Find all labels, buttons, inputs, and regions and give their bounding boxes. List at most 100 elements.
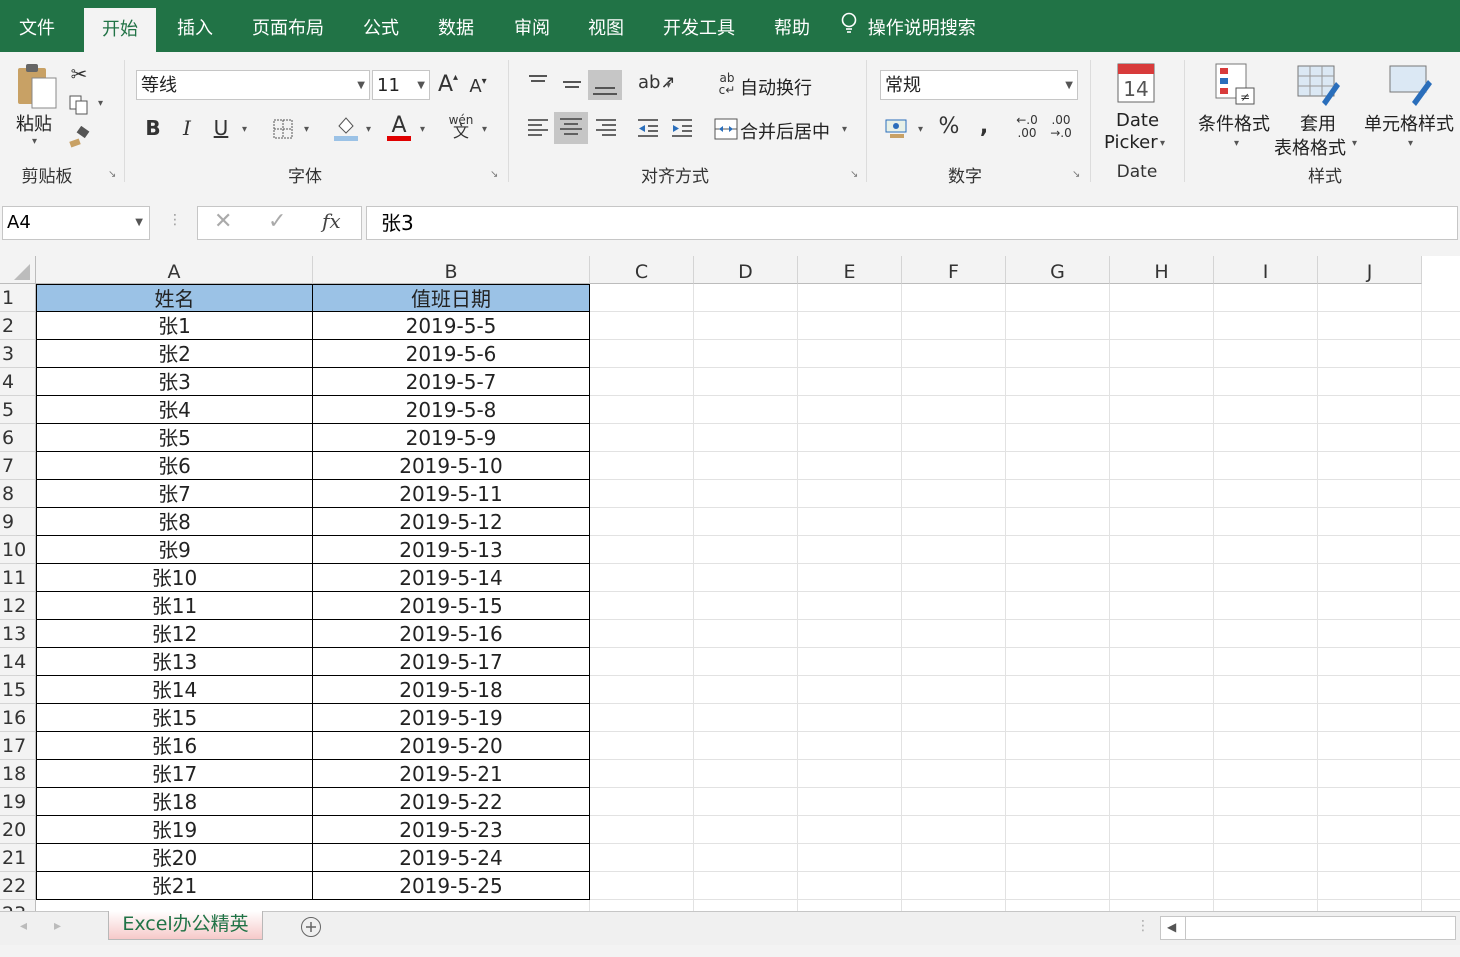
underline-dropdown-caret-icon[interactable]: ▾ [242,124,247,135]
tab-help[interactable]: 帮助 [762,10,822,52]
paste-dropdown-caret-icon[interactable]: ▾ [32,136,37,147]
date-picker-dropdown-caret-icon[interactable]: ▾ [1160,138,1165,149]
paste-icon[interactable] [14,60,60,112]
formula-input[interactable]: 张3 [366,206,1458,240]
italic-icon[interactable]: I [176,116,198,140]
cell-date[interactable]: 2019-5-20 [313,732,590,760]
cell-name[interactable]: 张7 [36,480,313,508]
row-header[interactable]: 18 [0,760,36,788]
cell-name[interactable]: 张15 [36,704,313,732]
cell-date[interactable]: 2019-5-25 [313,872,590,900]
orientation-dropdown-caret-icon[interactable]: ▾ [666,80,671,91]
font-dialog-launcher-icon[interactable]: ↘ [490,170,500,180]
phonetic-guide-icon[interactable]: wén 文 [448,114,474,142]
row-header[interactable]: 14 [0,648,36,676]
cell-date[interactable]: 2019-5-12 [313,508,590,536]
top-align-icon[interactable] [526,72,550,96]
row-header[interactable]: 15 [0,676,36,704]
column-header-i[interactable]: I [1214,256,1318,284]
tab-data[interactable]: 数据 [426,10,486,52]
header-name[interactable]: 姓名 [36,284,313,312]
cell-name[interactable]: 张1 [36,312,313,340]
row-header[interactable]: 8 [0,480,36,508]
wrap-text-icon[interactable]: ab c↵ [716,72,738,96]
row-header[interactable]: 16 [0,704,36,732]
cell-date[interactable]: 2019-5-8 [313,396,590,424]
fill-color-dropdown-caret-icon[interactable]: ▾ [366,124,371,135]
percent-style-icon[interactable]: % [936,114,962,139]
row-header[interactable]: 22 [0,872,36,900]
cell-name[interactable]: 张20 [36,844,313,872]
decrease-indent-icon[interactable] [636,116,660,140]
row-header[interactable]: 2 [0,312,36,340]
horizontal-scrollbar[interactable]: ◀ [1160,916,1456,940]
row-header[interactable]: 9 [0,508,36,536]
align-right-icon[interactable] [594,116,618,140]
column-header-b[interactable]: B [313,256,590,284]
scroll-tabs-right-icon[interactable]: ▸ [54,918,61,934]
increase-font-size-icon[interactable]: A▴ [436,72,460,97]
cell-date[interactable]: 2019-5-5 [313,312,590,340]
format-painter-icon[interactable] [68,125,92,150]
bottom-align-icon[interactable] [588,70,622,100]
scroll-left-icon[interactable]: ◀ [1167,920,1176,934]
column-header-e[interactable]: E [798,256,902,284]
middle-align-icon[interactable] [560,72,584,96]
tab-splitter-icon[interactable]: ⋮ [1136,918,1150,934]
orientation-icon[interactable]: ab↗ [638,72,676,96]
new-sheet-icon[interactable] [300,916,322,938]
increase-decimal-icon[interactable]: ←.0.00 [1012,114,1042,140]
column-header-c[interactable]: C [590,256,694,284]
row-header[interactable]: 10 [0,536,36,564]
scroll-tabs-left-icon[interactable]: ◂ [20,918,27,934]
cell-date[interactable]: 2019-5-18 [313,676,590,704]
copy-icon[interactable] [68,94,90,116]
font-size-combo[interactable]: 11 ▼ [372,70,430,100]
cell-styles-icon[interactable] [1388,60,1434,108]
cell-date[interactable]: 2019-5-17 [313,648,590,676]
copy-dropdown-caret-icon[interactable]: ▾ [98,98,103,109]
cell-date[interactable]: 2019-5-24 [313,844,590,872]
row-header[interactable]: 6 [0,424,36,452]
cell-name[interactable]: 张21 [36,872,313,900]
cell-date[interactable]: 2019-5-22 [313,788,590,816]
formula-bar-splitter-icon[interactable]: ⋮ [168,212,182,228]
tab-insert[interactable]: 插入 [164,10,226,52]
bold-icon[interactable]: B [142,116,164,140]
cell-name[interactable]: 张13 [36,648,313,676]
cell-date[interactable]: 2019-5-23 [313,816,590,844]
borders-dropdown-caret-icon[interactable]: ▾ [304,124,309,135]
paste-label[interactable]: 粘贴 [16,110,52,136]
font-color-icon[interactable]: A [386,112,412,142]
row-header[interactable]: 1 [0,284,36,312]
tab-view[interactable]: 视图 [576,10,636,52]
row-header[interactable]: 21 [0,844,36,872]
format-as-table-label2[interactable]: 表格格式 [1274,134,1346,160]
cell-date[interactable]: 2019-5-11 [313,480,590,508]
cell-date[interactable]: 2019-5-13 [313,536,590,564]
cell-date[interactable]: 2019-5-10 [313,452,590,480]
cell-styles-dropdown-caret-icon[interactable]: ▾ [1408,138,1413,149]
cell-name[interactable]: 张17 [36,760,313,788]
row-header[interactable]: 19 [0,788,36,816]
accounting-dropdown-caret-icon[interactable]: ▾ [918,124,923,135]
row-header[interactable]: 5 [0,396,36,424]
cell-name[interactable]: 张6 [36,452,313,480]
chevron-down-icon[interactable]: ▼ [135,207,143,239]
cell-date[interactable]: 2019-5-19 [313,704,590,732]
row-header[interactable]: 11 [0,564,36,592]
align-center-icon[interactable] [554,112,588,144]
column-header-d[interactable]: D [694,256,798,284]
tab-home[interactable]: 开始 [84,8,156,52]
calendar-icon[interactable]: 14 [1116,60,1156,104]
row-header[interactable]: 7 [0,452,36,480]
cut-icon[interactable]: ✂ [68,62,90,86]
format-as-table-icon[interactable] [1296,60,1342,108]
cell-date[interactable]: 2019-5-14 [313,564,590,592]
cell-name[interactable]: 张2 [36,340,313,368]
conditional-formatting-icon[interactable]: ≠ [1212,60,1258,108]
date-picker-line2[interactable]: Picker [1104,132,1158,153]
row-header[interactable]: 17 [0,732,36,760]
number-dialog-launcher-icon[interactable]: ↘ [1072,170,1082,180]
confirm-entry-icon[interactable]: ✓ [268,209,286,234]
